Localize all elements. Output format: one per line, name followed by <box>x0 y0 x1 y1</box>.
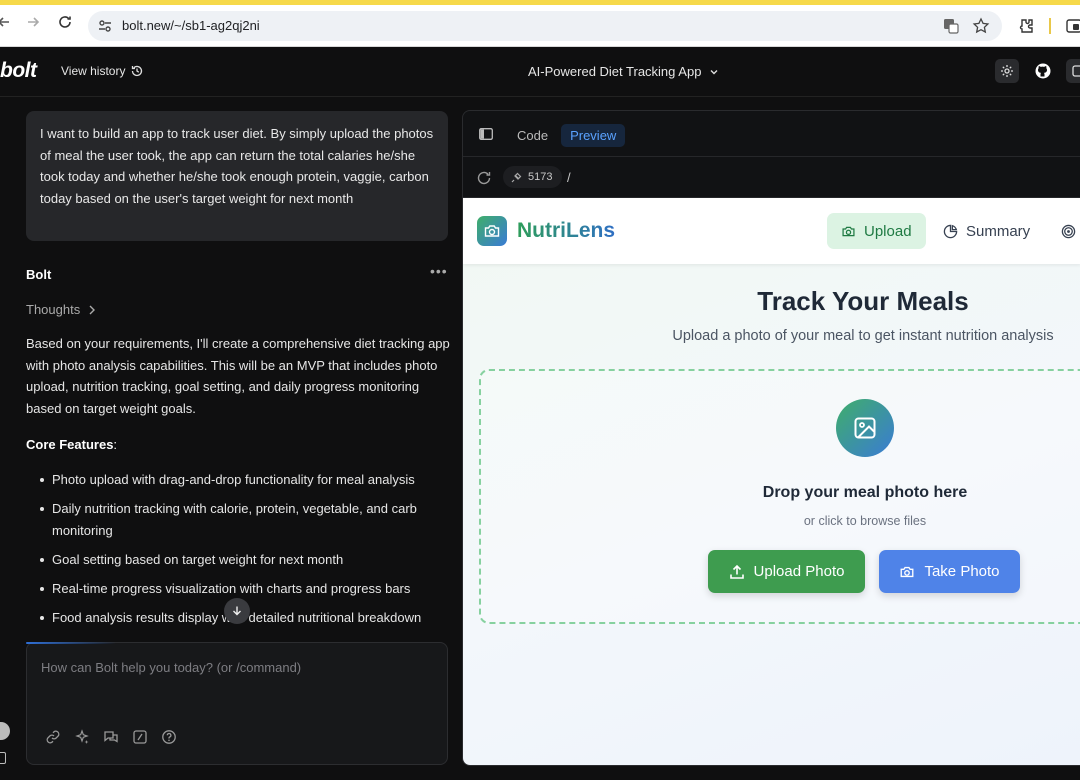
link-icon[interactable] <box>45 729 61 745</box>
view-history-button[interactable]: View history <box>61 64 144 78</box>
settings-button[interactable] <box>995 59 1019 83</box>
camera-icon <box>842 226 855 236</box>
address-bar[interactable]: bolt.new/~/sb1-ag2qj2ni <box>88 11 1002 41</box>
list-item: Real-time progress visualization with ch… <box>40 578 450 600</box>
upload-photo-button[interactable]: Upload Photo <box>708 550 865 593</box>
thoughts-label: Thoughts <box>26 302 81 317</box>
view-tabs: Code Preview <box>508 122 626 148</box>
app-header: bolt View history AI-Powered Diet Tracki… <box>0 47 1080 97</box>
project-title-dropdown[interactable]: AI-Powered Diet Tracking App <box>528 64 719 79</box>
user-avatar[interactable] <box>0 722 10 740</box>
port-number: 5173 <box>528 171 553 183</box>
deploy-button[interactable] <box>1066 59 1080 83</box>
app-logo <box>477 216 507 246</box>
preview-address-bar: 5173 / <box>463 158 1080 198</box>
scroll-to-bottom-button[interactable] <box>224 598 250 624</box>
project-title: AI-Powered Diet Tracking App <box>528 64 702 79</box>
workbench: Code Preview 5173 / NutriLens Upload Sum… <box>462 110 1080 766</box>
preview-navbar: NutriLens Upload Summary <box>463 198 1080 264</box>
app-name: NutriLens <box>517 219 616 242</box>
upload-photo-label: Upload Photo <box>753 563 845 580</box>
page-title: Track Your Meals <box>757 286 969 316</box>
thoughts-toggle[interactable]: Thoughts <box>26 302 96 317</box>
nav-upload-label: Upload <box>864 222 912 240</box>
port-selector[interactable]: 5173 <box>503 166 563 188</box>
nav-summary-label: Summary <box>966 222 1031 240</box>
assistant-name: Bolt <box>26 267 52 282</box>
dropzone-subtitle: or click to browse files <box>803 514 927 528</box>
chevron-right-icon <box>89 305 96 314</box>
bolt-logo[interactable]: bolt <box>0 59 37 83</box>
help-icon[interactable] <box>161 729 177 745</box>
plug-icon <box>511 172 522 182</box>
history-icon <box>132 65 143 77</box>
upload-icon <box>729 564 744 579</box>
url-text[interactable]: bolt.new/~/sb1-ag2qj2ni <box>122 18 260 33</box>
nav-summary[interactable]: Summary <box>929 213 1044 249</box>
nav-upload[interactable]: Upload <box>827 213 926 249</box>
target-icon <box>1061 224 1076 238</box>
chat-panel: I want to build an app to track user die… <box>0 97 462 780</box>
user-message: I want to build an app to track user die… <box>26 111 448 241</box>
browser-toolbar: bolt.new/~/sb1-ag2qj2ni <box>0 5 1080 47</box>
translate-icon[interactable] <box>942 17 960 35</box>
nav-goals[interactable] <box>1047 213 1080 249</box>
more-options-icon[interactable]: ••• <box>430 263 448 279</box>
star-icon[interactable] <box>972 17 990 35</box>
sidebar-toggle-icon[interactable] <box>479 128 493 140</box>
take-photo-label: Take Photo <box>924 563 1000 580</box>
toolbar-divider <box>1049 18 1051 34</box>
preview-path[interactable]: / <box>567 170 571 185</box>
tab-search-icon[interactable] <box>1064 16 1080 36</box>
sidebar-icon[interactable] <box>0 752 6 764</box>
back-arrow-icon[interactable] <box>0 14 16 38</box>
layout-icon <box>1072 65 1080 77</box>
pie-chart-icon <box>943 224 958 238</box>
list-item: Daily nutrition tracking with calorie, p… <box>40 498 450 541</box>
reload-icon[interactable] <box>53 14 77 38</box>
prompt-input[interactable]: How can Bolt help you today? (or /comman… <box>41 660 301 675</box>
assistant-response: Based on your requirements, I'll create … <box>26 336 450 417</box>
composer-toolbar <box>45 729 177 745</box>
list-item: Goal setting based on target weight for … <box>40 549 450 571</box>
core-features-heading: Core Features: <box>26 437 118 452</box>
prompt-composer[interactable]: How can Bolt help you today? (or /comman… <box>26 642 448 765</box>
site-settings-icon[interactable] <box>96 17 114 35</box>
arrow-down-icon <box>233 606 241 616</box>
gear-icon <box>1001 65 1013 77</box>
take-photo-button[interactable]: Take Photo <box>879 550 1020 593</box>
reload-preview-icon[interactable] <box>475 169 493 187</box>
app-preview: NutriLens Upload Summary Track Your Meal… <box>463 198 1080 765</box>
camera-icon <box>484 225 500 237</box>
forward-arrow-icon[interactable] <box>21 14 45 38</box>
tab-preview[interactable]: Preview <box>561 123 626 147</box>
sparkle-icon[interactable] <box>74 729 90 745</box>
view-history-label: View history <box>61 64 126 78</box>
page-subtitle: Upload a photo of your meal to get insta… <box>672 328 1054 344</box>
workbench-toolbar: Code Preview <box>463 111 1080 157</box>
discuss-icon[interactable] <box>103 729 119 745</box>
github-icon <box>1035 63 1051 79</box>
github-button[interactable] <box>1031 59 1055 83</box>
tab-code[interactable]: Code <box>508 124 557 147</box>
list-item: Photo upload with drag-and-drop function… <box>40 469 450 491</box>
photo-dropzone[interactable]: Drop your meal photo here or click to br… <box>479 369 1080 624</box>
command-icon[interactable] <box>132 729 148 745</box>
dropzone-title: Drop your meal photo here <box>762 484 968 501</box>
chevron-down-icon <box>710 69 718 74</box>
camera-icon <box>901 566 914 577</box>
composer-accent <box>26 642 116 644</box>
image-icon <box>836 399 894 457</box>
extensions-icon[interactable] <box>1016 16 1036 36</box>
